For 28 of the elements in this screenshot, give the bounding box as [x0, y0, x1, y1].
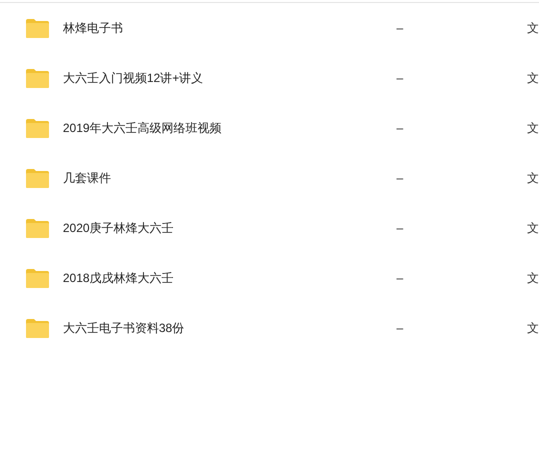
file-size: –	[396, 270, 404, 287]
folder-icon	[25, 268, 50, 288]
file-kind: 文	[526, 220, 539, 237]
folder-icon	[25, 68, 50, 88]
file-kind: 文	[526, 170, 539, 187]
file-kind: 文	[526, 70, 539, 87]
file-kind: 文	[526, 270, 539, 287]
file-kind: 文	[526, 20, 539, 37]
file-size: –	[396, 70, 404, 87]
file-kind: 文	[526, 320, 539, 337]
file-name: 大六壬入门视频12讲+讲义	[62, 70, 204, 87]
file-name: 几套课件	[62, 170, 112, 187]
folder-icon	[25, 218, 50, 238]
file-name: 2019年大六壬高级网络班视频	[62, 120, 223, 137]
file-name: 林烽电子书	[62, 20, 124, 37]
folder-icon	[25, 168, 50, 188]
folder-icon	[25, 118, 50, 138]
file-name: 2018戊戌林烽大六壬	[62, 270, 175, 287]
file-size: –	[396, 320, 404, 337]
file-size: –	[396, 20, 404, 37]
file-size: –	[396, 170, 404, 187]
file-size: –	[396, 120, 404, 137]
file-name: 2020庚子林烽大六壬	[62, 220, 175, 237]
file-kind: 文	[526, 120, 539, 137]
folder-icon	[25, 318, 50, 338]
file-size: –	[396, 220, 404, 237]
file-name: 大六壬电子书资料38份	[62, 320, 186, 337]
folder-icon	[25, 18, 50, 38]
